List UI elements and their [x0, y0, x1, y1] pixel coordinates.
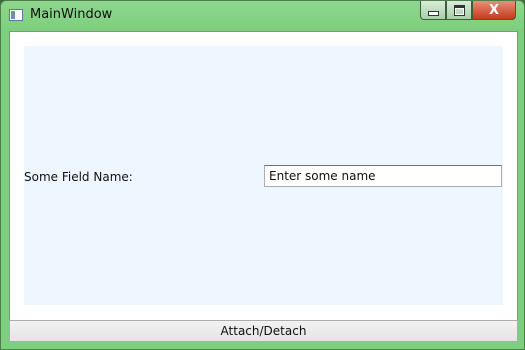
title-bar[interactable]: MainWindow X: [1, 1, 524, 30]
maximize-button[interactable]: [446, 1, 472, 20]
attach-detach-button[interactable]: Attach/Detach: [9, 320, 518, 342]
window-title: MainWindow: [30, 7, 113, 22]
window-icon[interactable]: [9, 9, 23, 21]
minimize-button[interactable]: [420, 1, 446, 20]
form-panel: Some Field Name:: [24, 46, 503, 305]
close-icon: X: [488, 2, 500, 18]
field-name-label: Some Field Name:: [24, 170, 133, 184]
client-area: Some Field Name: Attach/Detach: [9, 31, 518, 342]
maximize-icon: [453, 4, 465, 16]
minimize-icon: [427, 10, 439, 16]
main-window: MainWindow X Some Field Name: Attach/Det…: [0, 0, 525, 350]
close-button[interactable]: X: [472, 1, 516, 20]
caption-buttons: X: [420, 1, 516, 21]
field-name-input[interactable]: [264, 165, 502, 187]
